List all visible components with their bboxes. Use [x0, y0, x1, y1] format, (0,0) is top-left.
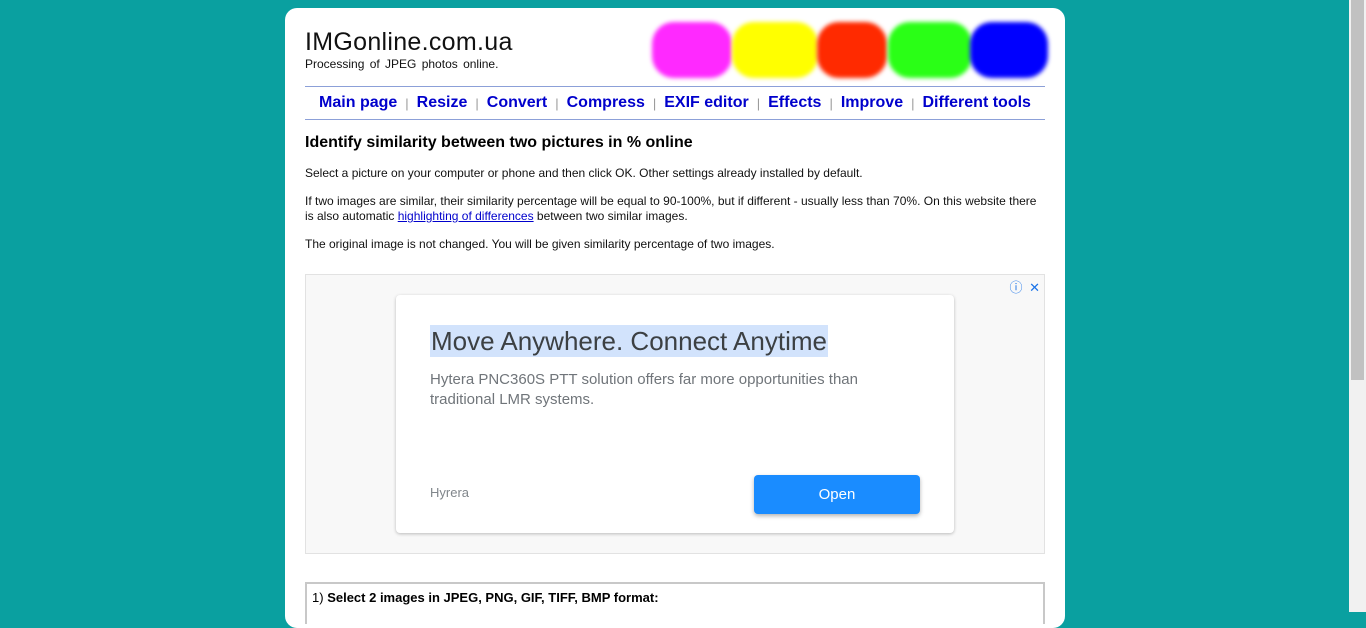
ad-card[interactable]: Move Anywhere. Connect Anytime Hytera PN… [396, 295, 954, 533]
ad-close-icon[interactable]: ✕ [1029, 280, 1040, 295]
nav-different-tools[interactable]: Different tools [922, 94, 1030, 112]
red-splash [817, 22, 887, 78]
nav-separator: | [829, 95, 833, 111]
page-title: Identify similarity between two pictures… [305, 134, 693, 151]
similarity-text-after: between two similar images. [533, 209, 688, 223]
original-unchanged-paragraph: The original image is not changed. You w… [305, 237, 775, 251]
main-navigation: Main page | Resize | Convert | Compress … [305, 86, 1045, 120]
nav-exif-editor[interactable]: EXIF editor [664, 94, 748, 112]
magenta-splash [652, 22, 732, 78]
nav-resize[interactable]: Resize [417, 94, 468, 112]
intro-paragraph: Select a picture on your computer or pho… [305, 166, 863, 180]
step1-upload-box: 1) Select 2 images in JPEG, PNG, GIF, TI… [305, 582, 1045, 624]
highlighting-differences-link[interactable]: highlighting of differences [398, 209, 534, 223]
similarity-paragraph: If two images are similar, their similar… [305, 194, 1045, 224]
scrollbar-thumb[interactable] [1351, 0, 1364, 380]
step1-heading: 1) Select 2 images in JPEG, PNG, GIF, TI… [312, 590, 659, 605]
nav-compress[interactable]: Compress [567, 94, 645, 112]
nav-separator: | [652, 95, 657, 111]
ad-headline[interactable]: Move Anywhere. Connect Anytime [430, 325, 828, 357]
ad-info-icon[interactable]: ⓘ [1009, 280, 1022, 295]
ad-brand-name: Hyrera [430, 485, 470, 500]
page-container: IMGonline.com.ua Processing of JPEG phot… [285, 8, 1065, 628]
yellow-splash [732, 22, 818, 78]
ad-open-button[interactable]: Open [754, 475, 920, 514]
advertisement: ⓘ ✕ Move Anywhere. Connect Anytime Hyter… [305, 274, 1045, 554]
ad-body-text: Hytera PNC360S PTT solution offers far m… [430, 371, 858, 408]
nav-separator: | [475, 95, 479, 111]
site-subtitle: Processing of JPEG photos online. [305, 57, 499, 71]
step1-number: 1) [312, 590, 324, 605]
vertical-scrollbar[interactable] [1349, 0, 1366, 612]
blue-splash [970, 22, 1048, 78]
nav-main-page[interactable]: Main page [319, 94, 397, 112]
green-splash [888, 22, 972, 78]
step1-label: Select 2 images in JPEG, PNG, GIF, TIFF,… [327, 590, 659, 605]
nav-improve[interactable]: Improve [841, 94, 903, 112]
nav-effects[interactable]: Effects [768, 94, 821, 112]
nav-separator: | [555, 95, 559, 111]
site-logo-title[interactable]: IMGonline.com.ua [305, 28, 513, 57]
nav-convert[interactable]: Convert [487, 94, 547, 112]
nav-separator: | [756, 95, 761, 111]
nav-separator: | [911, 95, 915, 111]
ad-controls: ⓘ ✕ [1009, 277, 1040, 296]
nav-separator: | [405, 95, 409, 111]
